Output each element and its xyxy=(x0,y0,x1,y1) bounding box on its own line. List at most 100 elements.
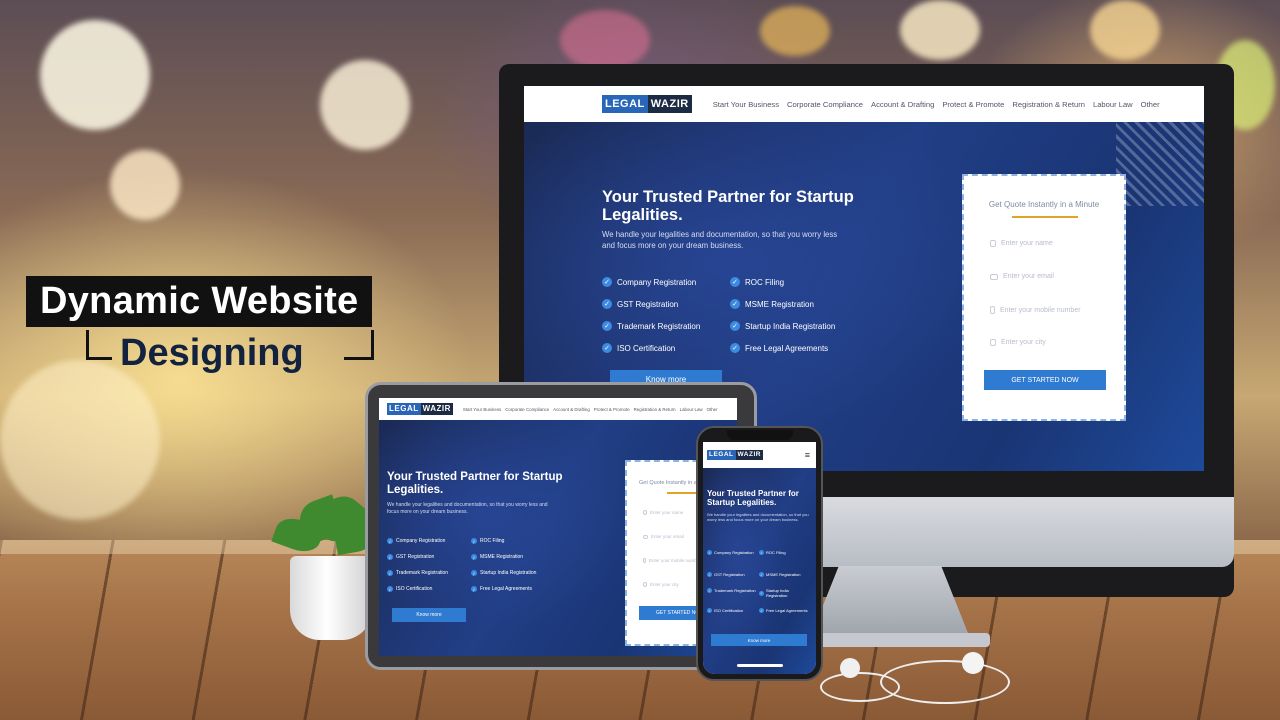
nav-links: Start Your Business Corporate Compliance… xyxy=(713,100,1160,109)
form-title-underline xyxy=(1012,216,1078,218)
decor-stripes xyxy=(1116,122,1204,206)
bokeh-light xyxy=(0,360,160,520)
feature-item: ✓ Startup India Registration xyxy=(759,588,789,598)
hamburger-menu-icon[interactable]: ≡ xyxy=(805,450,810,460)
check-icon: ✓ xyxy=(471,586,477,592)
check-icon: ✓ xyxy=(707,550,712,555)
city-field[interactable]: Enter your city xyxy=(990,339,1046,346)
check-icon: ✓ xyxy=(471,554,477,560)
feature-item: ✓ Free Legal Agreements xyxy=(730,343,828,353)
logo-part-legal: LEGAL xyxy=(387,403,421,415)
feature-item: ✓ MSME Registration xyxy=(471,554,524,560)
feature-item: ✓ ISO Certification xyxy=(602,343,675,353)
mobile-field[interactable]: Enter your mobile number xyxy=(990,306,1081,314)
check-icon: ✓ xyxy=(759,550,764,555)
name-field[interactable]: Enter your name xyxy=(643,510,683,515)
hero-title: Your Trusted Partner for Startup Legalit… xyxy=(387,471,563,496)
quote-form: Get Quote Instantly in a Minute Enter yo… xyxy=(962,174,1126,421)
nav-labour-law[interactable]: Labour Law xyxy=(680,407,703,412)
check-icon: ✓ xyxy=(730,343,740,353)
phone-icon xyxy=(643,558,646,563)
feature-item: ✓ ISO Certification xyxy=(707,608,744,613)
feature-item: ✓ ISO Certification xyxy=(387,586,433,592)
feature-item: ✓ MSME Registration xyxy=(759,572,801,577)
nav-corporate-compliance[interactable]: Corporate Compliance xyxy=(505,407,549,412)
nav-corporate-compliance[interactable]: Corporate Compliance xyxy=(787,100,863,109)
feature-item: ✓ MSME Registration xyxy=(730,299,814,309)
hero-subtitle: We handle your legalities and documentat… xyxy=(707,512,809,523)
user-icon xyxy=(990,240,996,247)
name-field[interactable]: Enter your name xyxy=(990,240,1053,247)
nav-protect-promote[interactable]: Protect & Promote xyxy=(942,100,1004,109)
earbud-right xyxy=(962,652,984,674)
feature-item: ✓ GST Registration xyxy=(602,299,678,309)
tablet-website: LEGAL WAZIR Start Your Business Corporat… xyxy=(379,398,737,656)
hero-subtitle: We handle your legalities and documentat… xyxy=(602,230,838,250)
bokeh-light xyxy=(760,6,830,56)
nav-start-business[interactable]: Start Your Business xyxy=(463,407,501,412)
logo[interactable]: LEGAL WAZIR xyxy=(602,95,692,113)
check-icon: ✓ xyxy=(387,586,393,592)
feature-item: ✓ GST Registration xyxy=(387,554,435,560)
logo-part-legal: LEGAL xyxy=(707,450,736,460)
check-icon: ✓ xyxy=(602,321,612,331)
get-started-button[interactable]: GET STARTED NOW xyxy=(984,370,1106,390)
check-icon: ✓ xyxy=(707,572,712,577)
check-icon: ✓ xyxy=(707,608,712,613)
bokeh-light xyxy=(110,150,180,220)
feature-item: ✓ GST Registration xyxy=(707,572,745,577)
bokeh-light xyxy=(40,20,150,130)
nav-bar: LEGAL WAZIR Start Your Business Corporat… xyxy=(379,398,737,420)
headline-title: Dynamic Website xyxy=(26,276,373,327)
feature-item: ✓ Trademark Registration xyxy=(387,570,449,576)
nav-labour-law[interactable]: Labour Law xyxy=(1093,100,1133,109)
hero-subtitle: We handle your legalities and documentat… xyxy=(387,502,548,515)
earbud-left xyxy=(840,658,860,678)
user-icon xyxy=(643,510,647,515)
nav-account-drafting[interactable]: Account & Drafting xyxy=(553,407,590,412)
nav-other[interactable]: Other xyxy=(1141,100,1160,109)
bokeh-light xyxy=(1090,0,1160,60)
nav-account-drafting[interactable]: Account & Drafting xyxy=(871,100,934,109)
check-icon: ✓ xyxy=(387,554,393,560)
check-icon: ✓ xyxy=(730,299,740,309)
nav-other[interactable]: Other xyxy=(707,407,718,412)
mail-icon xyxy=(643,534,648,539)
nav-bar: LEGAL WAZIR ≡ xyxy=(703,442,816,468)
check-icon: ✓ xyxy=(602,299,612,309)
logo[interactable]: LEGAL WAZIR xyxy=(387,403,453,415)
home-indicator xyxy=(737,664,783,667)
nav-start-business[interactable]: Start Your Business xyxy=(713,100,779,109)
logo-part-wazir: WAZIR xyxy=(647,95,692,113)
bracket-left xyxy=(86,330,112,360)
know-more-button[interactable]: Know more xyxy=(392,608,466,622)
logo-part-legal: LEGAL xyxy=(602,95,648,113)
nav-bar: LEGAL WAZIR Start Your Business Corporat… xyxy=(524,86,1204,122)
email-field[interactable]: Enter your email xyxy=(643,534,684,539)
feature-item: ✓ Free Legal Agreements xyxy=(759,608,808,613)
logo-part-wazir: WAZIR xyxy=(420,403,453,415)
feature-item: ✓ Startup India Registration xyxy=(471,570,537,576)
feature-item: ✓ ROC Filing xyxy=(471,538,505,544)
bokeh-light xyxy=(900,0,980,60)
check-icon: ✓ xyxy=(471,538,477,544)
logo[interactable]: LEGAL WAZIR xyxy=(707,450,763,460)
check-icon: ✓ xyxy=(471,570,477,576)
check-icon: ✓ xyxy=(759,572,764,577)
check-icon: ✓ xyxy=(759,608,764,613)
feature-item: ✓ Free Legal Agreements xyxy=(471,586,532,592)
phone-website: LEGAL WAZIR ≡ Your Trusted Partner for S… xyxy=(703,442,816,674)
check-icon: ✓ xyxy=(602,277,612,287)
feature-item: ✓ Trademark Registration xyxy=(602,321,700,331)
feature-item: ✓ ROC Filing xyxy=(759,550,786,555)
mobile-field[interactable]: Enter your mobile number xyxy=(643,558,701,563)
feature-item: ✓ Trademark Registration xyxy=(707,588,756,593)
email-field[interactable]: Enter your email xyxy=(990,273,1054,280)
city-field[interactable]: Enter your city xyxy=(643,582,679,587)
know-more-button[interactable]: Know more xyxy=(711,634,807,646)
feature-item: ✓ Startup India Registration xyxy=(730,321,835,331)
nav-registration-return[interactable]: Registration & Return xyxy=(634,407,676,412)
nav-registration-return[interactable]: Registration & Return xyxy=(1012,100,1085,109)
nav-protect-promote[interactable]: Protect & Promote xyxy=(594,407,630,412)
check-icon: ✓ xyxy=(387,570,393,576)
